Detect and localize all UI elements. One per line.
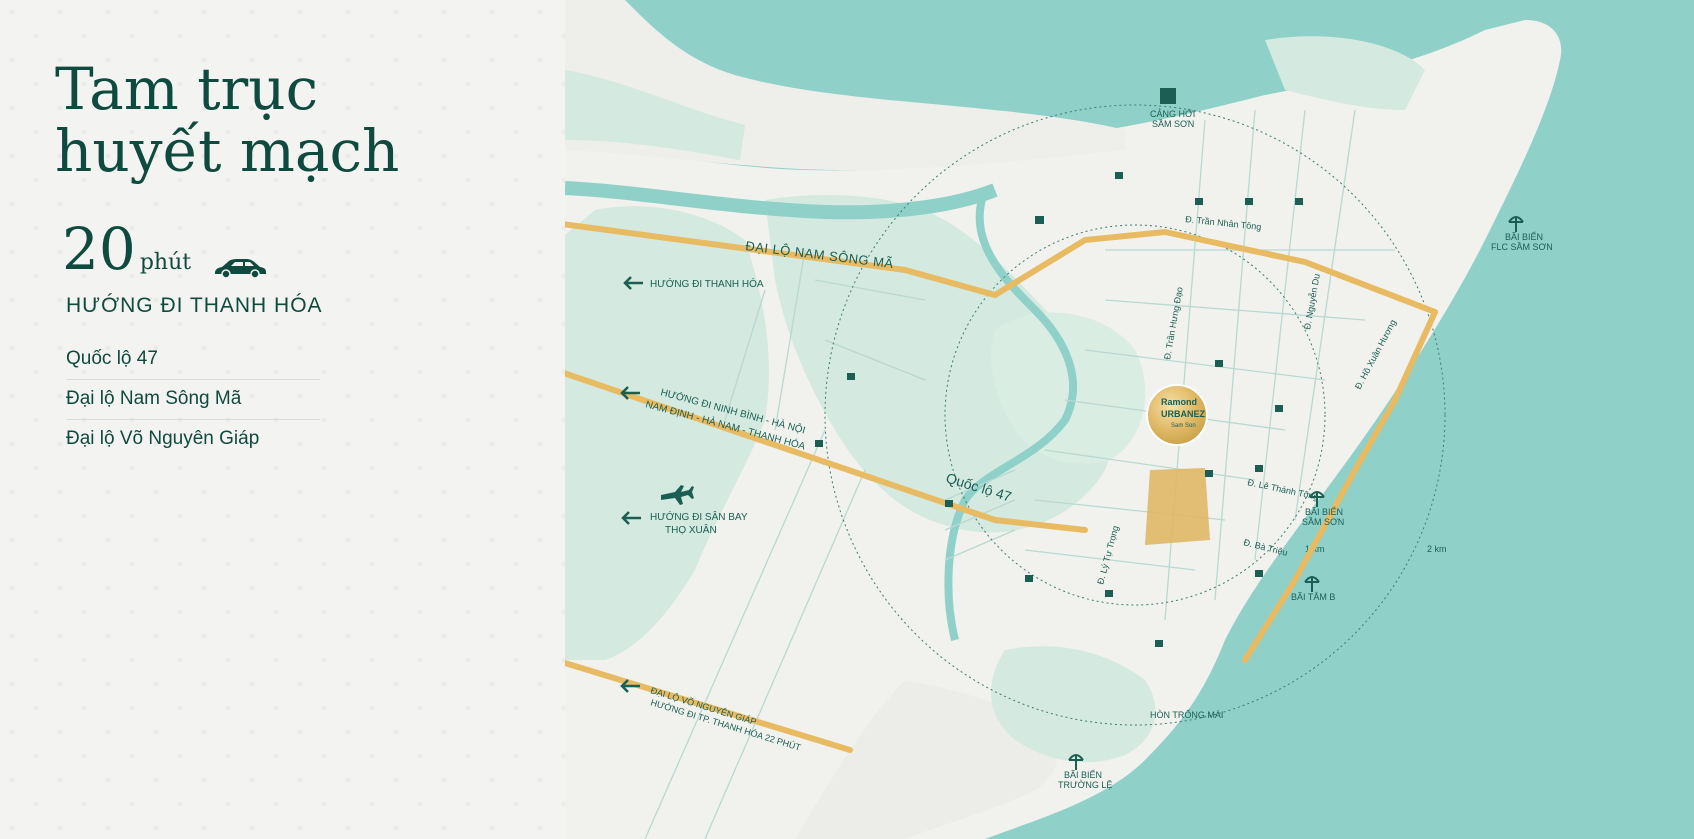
route-list: Quốc lộ 47 Đại lộ Nam Sông Mã Đại lộ Võ …: [66, 340, 320, 459]
travel-time-unit: phút: [139, 250, 192, 275]
route-item-ql47: Quốc lộ 47: [66, 340, 320, 380]
place-label-sam-son-1: BÃI BIỂN: [1305, 506, 1343, 517]
map[interactable]: 1 km 2 km Ramond URBANEZ Sam Son ĐẠI LỘ …: [565, 0, 1694, 839]
place-label-cang-hoi-2: SẦM SƠN: [1152, 119, 1194, 129]
school-icon: [1035, 216, 1044, 224]
page-title: Tam trục huyết mạch: [55, 58, 399, 182]
direction-label-airport-2: THỌ XUÂN: [665, 523, 717, 536]
place-label-flc-1: BÃI BIỂN: [1505, 231, 1543, 242]
school-icon: [1195, 198, 1203, 205]
port-icon: [1160, 88, 1176, 104]
place-label-tam-b: BÃI TẮM B: [1291, 592, 1335, 602]
direction-label-airport-1: HƯỚNG ĐI SÂN BAY: [650, 510, 748, 523]
school-icon: [1115, 172, 1123, 179]
school-icon: [1105, 590, 1113, 597]
place-label-truong-le-1: BÃI BIỂN: [1064, 769, 1102, 780]
direction-label-thanh-hoa: HƯỚNG ĐI THANH HÓA: [650, 277, 764, 290]
school-icon: [815, 440, 823, 447]
project-label-line3: Sam Son: [1171, 423, 1196, 429]
school-icon: [1295, 198, 1303, 205]
project-site-area: [1145, 468, 1210, 545]
route-item-nam-song-ma: Đại lộ Nam Sông Mã: [66, 380, 320, 420]
place-label-cang-hoi-1: CẢNG HỚI: [1150, 108, 1195, 119]
school-icon: [1255, 465, 1263, 472]
title-line-2: huyết mạch: [55, 117, 400, 185]
school-icon: [1025, 575, 1033, 582]
school-icon: [1255, 570, 1263, 577]
school-icon: [1275, 405, 1283, 412]
place-label-hon-trong-mai: HÒN TRỐNG MÁI: [1150, 709, 1223, 720]
radius-label-2km: 2 km: [1427, 544, 1447, 554]
route-item-vo-nguyen-giap: Đại lộ Võ Nguyên Giáp: [66, 428, 260, 449]
direction-label: HƯỚNG ĐI THANH HÓA: [66, 294, 323, 317]
school-icon: [1215, 360, 1223, 367]
school-icon: [1155, 640, 1163, 647]
project-label-line1: Ramond: [1161, 397, 1197, 407]
travel-time-value: 20: [62, 215, 136, 283]
left-panel: Tam trục huyết mạch 20 phút HƯỚNG ĐI THAN…: [0, 0, 565, 839]
car-icon: [215, 259, 266, 279]
place-label-truong-le-2: TRƯỜNG LỆ: [1058, 780, 1112, 790]
school-icon: [847, 373, 855, 380]
school-icon: [1245, 198, 1253, 205]
title-line-1: Tam trục: [55, 55, 319, 123]
travel-time: 20 phút: [62, 220, 191, 278]
map-canvas[interactable]: 1 km 2 km Ramond URBANEZ Sam Son ĐẠI LỘ …: [565, 0, 1694, 839]
place-label-sam-son-2: SẦM SƠN: [1302, 517, 1344, 527]
project-label-line2: URBANEZ: [1161, 409, 1206, 419]
hospital-icon: [945, 500, 953, 507]
school-icon: [1205, 470, 1213, 477]
place-label-flc-2: FLC SẦM SƠN: [1491, 242, 1553, 252]
